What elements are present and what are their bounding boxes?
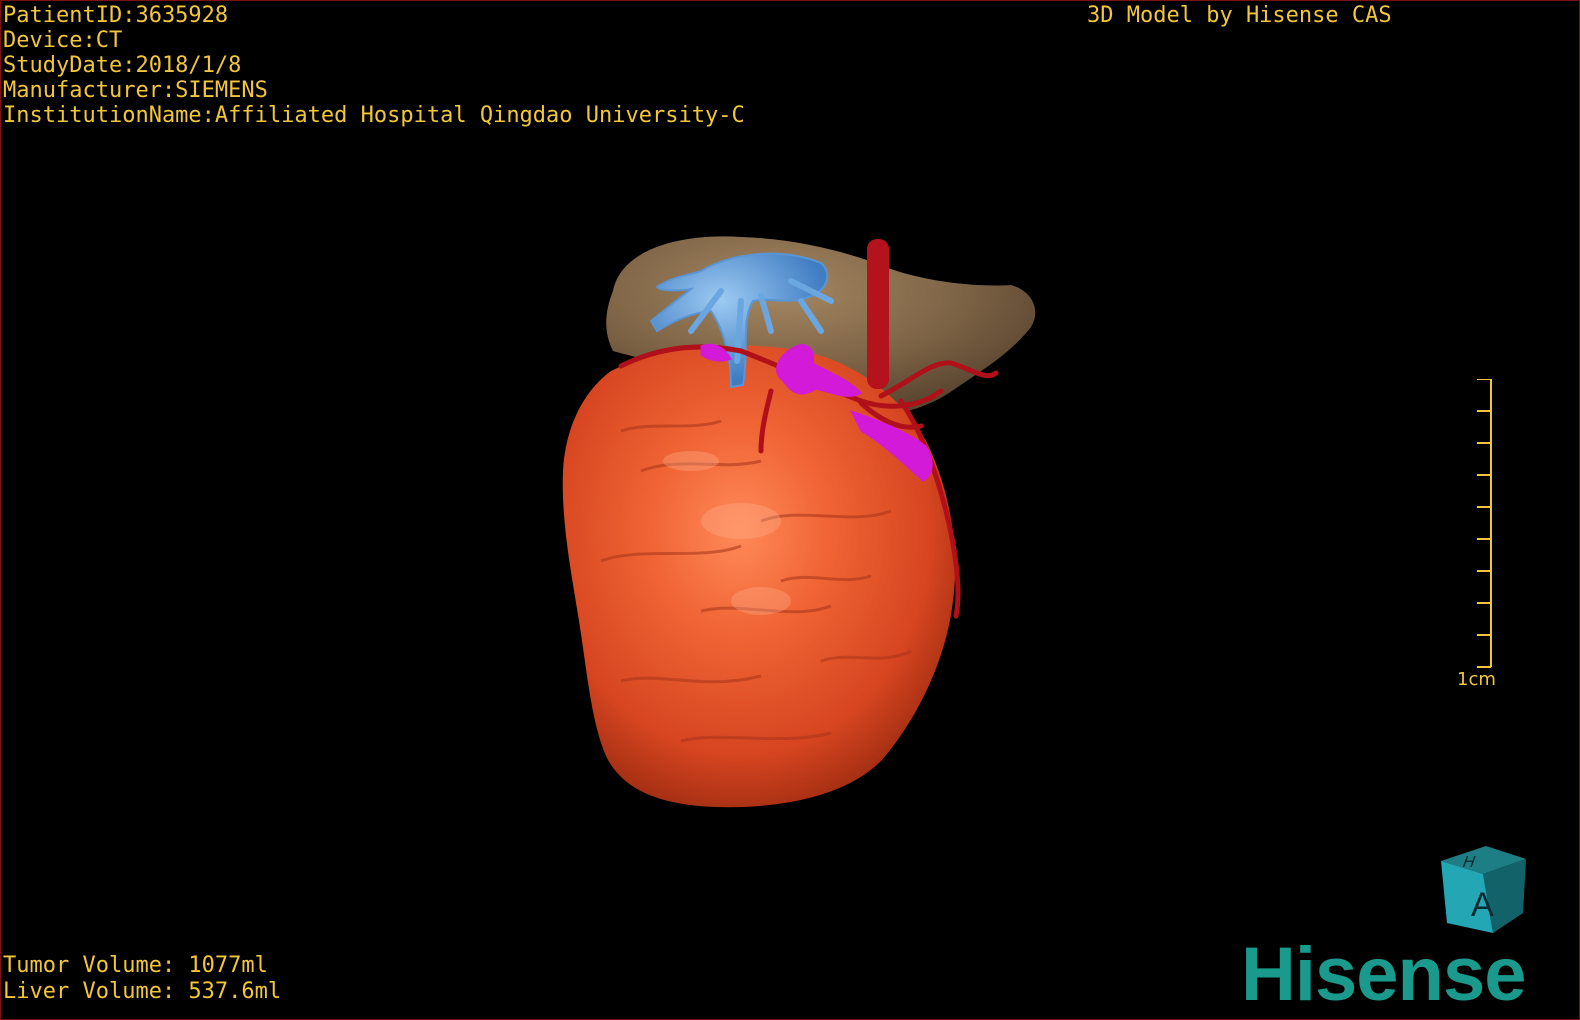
hisense-logo: Hisense xyxy=(1241,932,1526,1017)
organ-model-render[interactable] xyxy=(1,1,1579,1019)
cube-front-letter: A xyxy=(1471,886,1494,924)
vena-cava-model xyxy=(867,239,889,389)
scale-bar xyxy=(1477,379,1492,668)
tumor-volume: Tumor Volume: 1077ml xyxy=(3,953,268,978)
volume-readout: Tumor Volume: 1077ml Liver Volume: 537.6… xyxy=(3,953,281,1005)
liver-volume: Liver Volume: 537.6ml xyxy=(3,979,282,1004)
scale-label: 1cm xyxy=(1457,669,1496,690)
orientation-cube[interactable]: A H xyxy=(1431,841,1531,936)
3d-viewport[interactable]: PatientID:3635928 Device:CT StudyDate:20… xyxy=(0,0,1580,1020)
